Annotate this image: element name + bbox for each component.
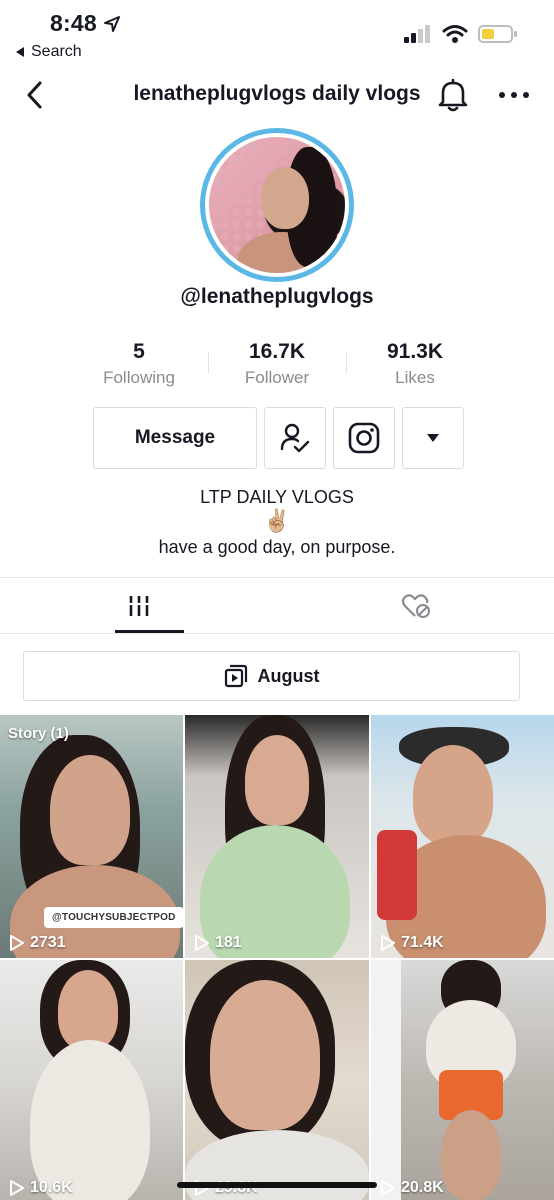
avatar-story-ring[interactable] bbox=[200, 128, 354, 282]
view-count-text: 10.6K bbox=[30, 1179, 73, 1196]
status-indicators bbox=[404, 24, 518, 44]
instagram-icon bbox=[348, 422, 380, 454]
thumbnail-legs-shape bbox=[441, 1110, 501, 1200]
bio-title: LTP DAILY VLOGS bbox=[200, 487, 354, 507]
view-count: 71.4K bbox=[379, 934, 444, 952]
thumbnail-face-shape bbox=[58, 970, 118, 1050]
back-triangle-icon bbox=[16, 47, 24, 57]
play-outline-icon bbox=[381, 935, 395, 951]
stat-followers[interactable]: 16.7K Follower bbox=[208, 338, 346, 388]
bell-icon bbox=[438, 78, 468, 112]
playlist-label: August bbox=[257, 665, 320, 686]
battery-icon bbox=[478, 25, 517, 43]
profile-handle: @lenatheplugvlogs bbox=[180, 285, 374, 308]
play-outline-icon bbox=[10, 1180, 24, 1196]
page-title: lenatheplugvlogs daily vlogs bbox=[133, 82, 421, 105]
video-thumbnail[interactable]: 10.6K bbox=[0, 960, 183, 1200]
notification-bell-button[interactable] bbox=[437, 78, 469, 112]
video-thumbnail[interactable]: Story (1) @TOUCHYSUBJECTPOD 2731 bbox=[0, 715, 183, 958]
view-count-text: 20.8K bbox=[401, 1179, 444, 1196]
back-to-search-label: Search bbox=[31, 43, 82, 60]
status-time: 8:48 bbox=[50, 10, 121, 37]
message-button[interactable]: Message bbox=[93, 407, 257, 469]
video-grid: Story (1) @TOUCHYSUBJECTPOD 2731 181 71.… bbox=[0, 715, 554, 1200]
video-thumbnail[interactable]: 71.4K bbox=[371, 715, 554, 958]
wifi-icon bbox=[442, 25, 468, 43]
view-count: 2731 bbox=[8, 934, 66, 952]
thumbnail-face-shape bbox=[50, 755, 130, 865]
suggested-accounts-dropdown[interactable] bbox=[402, 407, 464, 469]
user-check-icon bbox=[280, 423, 310, 453]
status-back-to-search[interactable]: Search bbox=[16, 43, 82, 61]
location-arrow-icon bbox=[103, 15, 120, 32]
play-outline-icon bbox=[381, 1180, 395, 1196]
story-badge: Story (1) bbox=[8, 725, 69, 742]
video-thumbnail[interactable]: 20.8K bbox=[371, 960, 554, 1200]
view-count-text: 71.4K bbox=[401, 934, 444, 951]
play-outline-icon bbox=[10, 935, 24, 951]
heart-hidden-icon bbox=[401, 593, 430, 618]
view-count: 181 bbox=[193, 934, 242, 952]
home-indicator[interactable] bbox=[177, 1182, 377, 1188]
video-grid-icon bbox=[126, 595, 151, 616]
stat-likes[interactable]: 91.3K Likes bbox=[346, 338, 484, 388]
instagram-link-button[interactable] bbox=[333, 407, 395, 469]
avatar-face-shape bbox=[261, 167, 309, 229]
stat-following[interactable]: 5 Following bbox=[70, 338, 208, 388]
playlist-button[interactable]: August bbox=[23, 651, 520, 701]
avatar bbox=[209, 137, 345, 273]
stat-likes-value: 91.3K bbox=[386, 340, 444, 363]
thumbnail-face-shape bbox=[210, 980, 320, 1130]
stat-followers-value: 16.7K bbox=[248, 340, 306, 363]
following-status-button[interactable] bbox=[264, 407, 326, 469]
stat-following-label: Following bbox=[103, 368, 175, 387]
stat-followers-label: Follower bbox=[244, 368, 310, 387]
playlist-icon bbox=[224, 664, 247, 688]
view-count: 10.6K bbox=[8, 1179, 73, 1197]
stat-likes-label: Likes bbox=[395, 368, 435, 387]
caret-down-icon bbox=[427, 434, 439, 442]
thumbnail-face-shape bbox=[413, 745, 493, 845]
thumbnail-body-shape bbox=[30, 1040, 150, 1200]
more-dots-icon bbox=[499, 92, 529, 98]
avatar-frame bbox=[205, 133, 349, 277]
thumbnail-mirror-frame bbox=[371, 960, 401, 1200]
cellular-signal-icon bbox=[404, 25, 430, 43]
tabs-divider-bottom bbox=[0, 633, 554, 634]
view-count-text: 2731 bbox=[30, 934, 66, 951]
thumbnail-can-shape bbox=[377, 830, 417, 920]
thumbnail-face-shape bbox=[245, 735, 309, 825]
profile-actions: Message bbox=[93, 407, 464, 469]
clock-text: 8:48 bbox=[50, 10, 97, 36]
mention-tag-label: @TOUCHYSUBJECTPOD bbox=[44, 907, 183, 928]
play-outline-icon bbox=[195, 935, 209, 951]
more-options-button[interactable] bbox=[497, 82, 531, 108]
video-thumbnail[interactable]: 29.8K bbox=[185, 960, 369, 1200]
stat-following-value: 5 bbox=[133, 340, 145, 363]
profile-stats: 5 Following 16.7K Follower 91.3K Likes bbox=[70, 338, 484, 388]
bio-emoji: ✌🏼 bbox=[263, 508, 291, 533]
view-count-text: 181 bbox=[215, 934, 242, 951]
view-count: 20.8K bbox=[379, 1179, 444, 1197]
bio-text: have a good day, on purpose. bbox=[158, 537, 396, 557]
tab-videos[interactable] bbox=[0, 578, 277, 633]
video-thumbnail[interactable]: 181 bbox=[185, 715, 369, 958]
tab-liked-videos[interactable] bbox=[277, 578, 554, 633]
